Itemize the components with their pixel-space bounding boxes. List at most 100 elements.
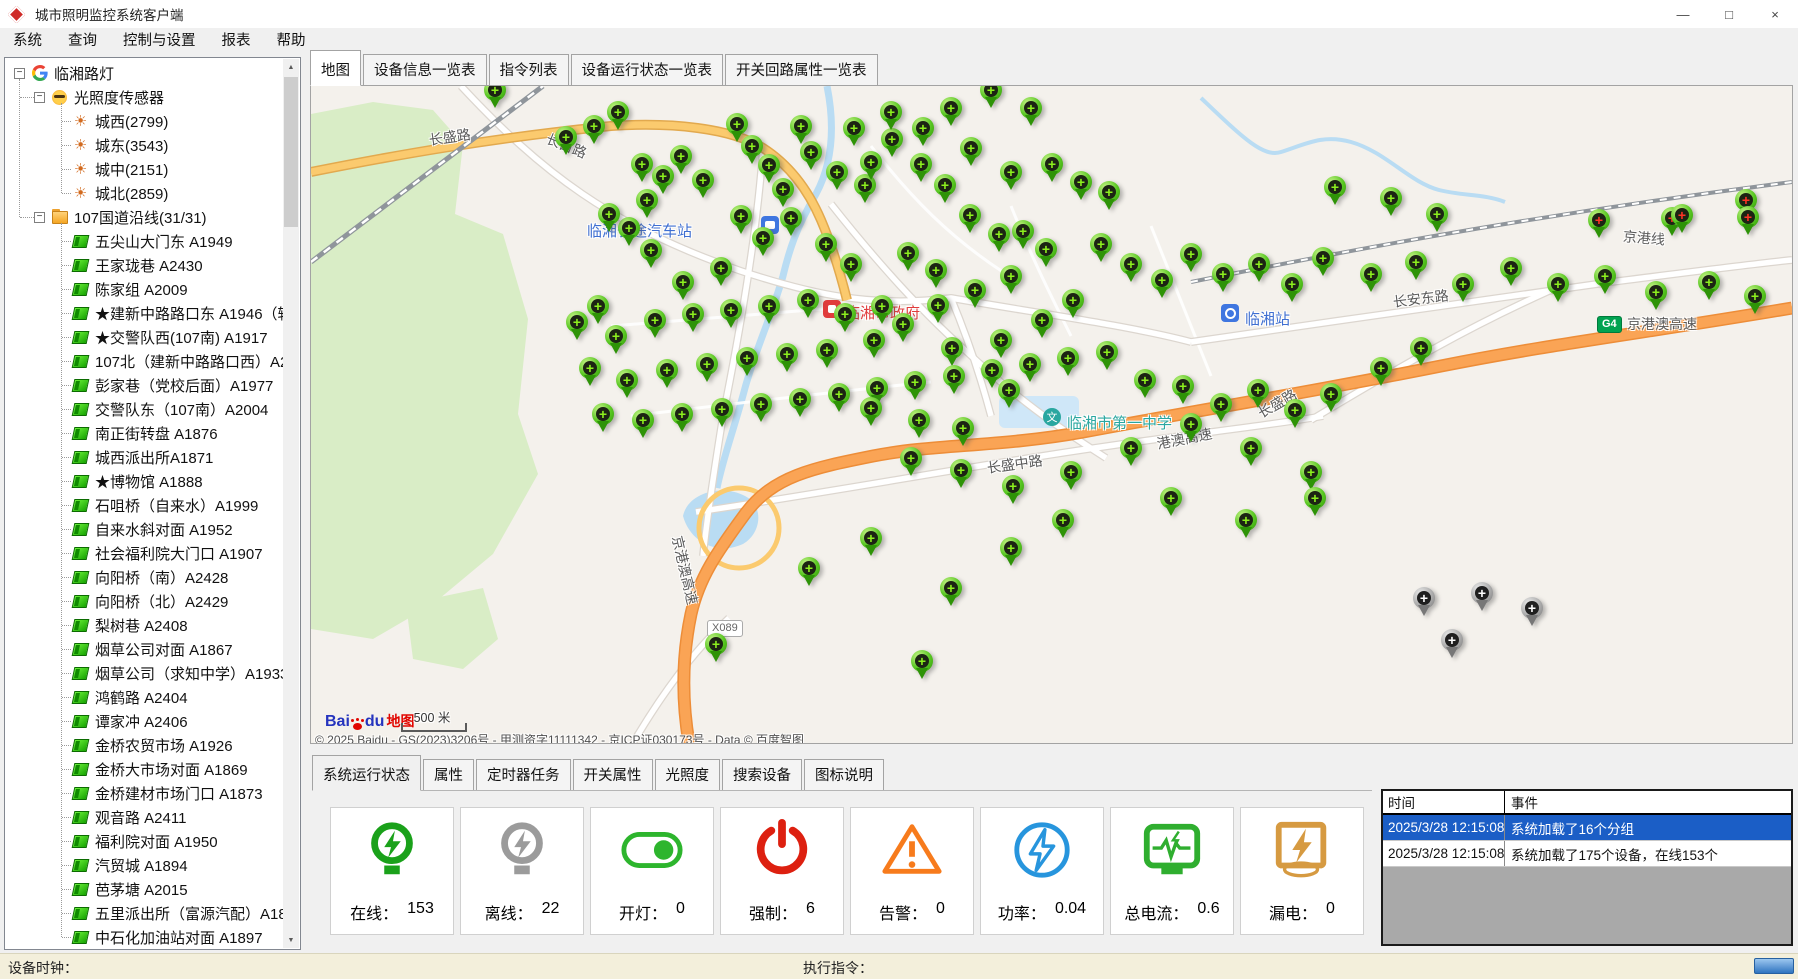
device-pin-online[interactable]: +: [1002, 475, 1024, 505]
device-pin-online[interactable]: +: [1020, 97, 1042, 127]
device-pin-online[interactable]: +: [1235, 509, 1257, 539]
device-pin-online[interactable]: +: [1098, 181, 1120, 211]
tree-expander-icon[interactable]: −: [14, 68, 25, 79]
device-pin-online[interactable]: +: [750, 393, 772, 423]
maximize-button[interactable]: □: [1706, 0, 1752, 28]
device-pin-online[interactable]: +: [789, 388, 811, 418]
device-pin-online[interactable]: +: [790, 115, 812, 145]
device-pin-online[interactable]: +: [696, 353, 718, 383]
device-pin-online[interactable]: +: [583, 115, 605, 145]
device-pin-online[interactable]: +: [988, 223, 1010, 253]
device-pin-online[interactable]: +: [1180, 243, 1202, 273]
device-pin-online[interactable]: +: [934, 174, 956, 204]
device-pin-online[interactable]: +: [644, 309, 666, 339]
tree-item[interactable]: 五尖山大门东 A1949: [6, 229, 283, 253]
device-pin-online[interactable]: +: [1281, 273, 1303, 303]
device-pin-online[interactable]: +: [1031, 309, 1053, 339]
tree-item[interactable]: 自来水斜对面 A1952: [6, 517, 283, 541]
device-pin-online[interactable]: +: [631, 153, 653, 183]
device-pin-online[interactable]: +: [1594, 265, 1616, 295]
device-pin-online[interactable]: +: [1304, 487, 1326, 517]
device-pin-online[interactable]: +: [1062, 289, 1084, 319]
device-pin-online[interactable]: +: [711, 398, 733, 428]
events-table[interactable]: 时间事件 2025/3/28 12:15:08系统加载了16个分组2025/3/…: [1381, 789, 1793, 946]
device-pin-online[interactable]: +: [1012, 220, 1034, 250]
device-pin-online[interactable]: +: [1698, 271, 1720, 301]
device-pin-online[interactable]: +: [980, 85, 1002, 109]
device-pin-online[interactable]: +: [816, 339, 838, 369]
device-pin-online[interactable]: +: [752, 227, 774, 257]
device-pin-online[interactable]: +: [670, 145, 692, 175]
device-pin-online[interactable]: +: [892, 313, 914, 343]
device-pin-online[interactable]: +: [897, 242, 919, 272]
device-pin-online[interactable]: +: [925, 259, 947, 289]
device-pin-online[interactable]: +: [800, 141, 822, 171]
device-pin-online[interactable]: +: [815, 233, 837, 263]
tree-item[interactable]: 金桥大市场对面 A1869: [6, 757, 283, 781]
map-tab-2[interactable]: 指令列表: [489, 54, 569, 85]
tree-item[interactable]: 交警队东（107南）A2004: [6, 397, 283, 421]
bottom-tab-4[interactable]: 光照度: [655, 759, 721, 790]
tree-item[interactable]: 社会福利院大门口 A1907: [6, 541, 283, 565]
device-pin-online[interactable]: +: [566, 311, 588, 341]
device-pin-online[interactable]: +: [834, 303, 856, 333]
device-pin-online[interactable]: +: [843, 117, 865, 147]
map-view[interactable]: 长白路长盛路长安东路长盛路长盛中路港澳高速京港线京港澳高速京港澳高速G4X089…: [310, 85, 1793, 744]
tree-item[interactable]: 芭茅塘 A2015: [6, 877, 283, 901]
tree-item[interactable]: ☀城北(2859): [6, 181, 283, 205]
device-pin-online[interactable]: +: [656, 359, 678, 389]
tree-item[interactable]: 107北（建新中路路口西）A2014: [6, 349, 283, 373]
tree-item[interactable]: 陈家组 A2009: [6, 277, 283, 301]
device-pin-online[interactable]: +: [860, 151, 882, 181]
device-pin-online[interactable]: +: [1070, 171, 1092, 201]
tree-item[interactable]: 石咀桥（自来水）A1999: [6, 493, 283, 517]
tree-item[interactable]: 城西派出所A1871: [6, 445, 283, 469]
device-pin-online[interactable]: +: [671, 403, 693, 433]
tree-item[interactable]: 烟草公司（求知中学）A1933: [6, 661, 283, 685]
device-pin-online[interactable]: +: [959, 204, 981, 234]
menu-item-3[interactable]: 报表: [209, 28, 264, 55]
device-pin-online[interactable]: +: [1410, 337, 1432, 367]
device-pin-online[interactable]: +: [826, 161, 848, 191]
device-pin-online[interactable]: +: [1452, 273, 1474, 303]
device-pin-online[interactable]: +: [1405, 251, 1427, 281]
events-header-cell[interactable]: 事件: [1505, 792, 1791, 812]
device-pin-online[interactable]: +: [912, 117, 934, 147]
tree-expander-icon[interactable]: −: [34, 92, 45, 103]
tree-item[interactable]: ★博物馆 A1888: [6, 469, 283, 493]
device-pin-online[interactable]: +: [1645, 281, 1667, 311]
device-pin-online[interactable]: +: [640, 239, 662, 269]
device-pin-online[interactable]: +: [692, 169, 714, 199]
device-pin-offline[interactable]: +: [1521, 597, 1543, 627]
device-pin-online[interactable]: +: [1057, 347, 1079, 377]
device-pin-online[interactable]: +: [1312, 247, 1334, 277]
scroll-down-icon[interactable]: ▼: [283, 932, 299, 948]
device-pin-online[interactable]: +: [860, 397, 882, 427]
device-pin-online[interactable]: +: [1360, 263, 1382, 293]
device-pin-online[interactable]: +: [1248, 253, 1270, 283]
device-pin-online[interactable]: +: [672, 271, 694, 301]
close-button[interactable]: ×: [1752, 0, 1798, 28]
scroll-up-icon[interactable]: ▲: [283, 59, 299, 75]
device-pin-alarm[interactable]: +: [1737, 206, 1759, 236]
device-pin-online[interactable]: +: [710, 257, 732, 287]
device-pin-alarm[interactable]: +: [1671, 204, 1693, 234]
device-pin-online[interactable]: +: [636, 189, 658, 219]
device-pin-online[interactable]: +: [1320, 383, 1342, 413]
device-pin-online[interactable]: +: [798, 557, 820, 587]
device-pin-online[interactable]: +: [908, 409, 930, 439]
device-pin-online[interactable]: +: [720, 299, 742, 329]
device-pin-online[interactable]: +: [990, 329, 1012, 359]
bottom-tab-3[interactable]: 开关属性: [573, 759, 653, 790]
device-pin-online[interactable]: +: [1060, 461, 1082, 491]
device-pin-online[interactable]: +: [1000, 265, 1022, 295]
device-pin-online[interactable]: +: [1151, 269, 1173, 299]
device-pin-online[interactable]: +: [964, 279, 986, 309]
device-pin-online[interactable]: +: [1160, 487, 1182, 517]
device-pin-online[interactable]: +: [587, 295, 609, 325]
device-pin-online[interactable]: +: [927, 294, 949, 324]
device-pin-online[interactable]: +: [960, 137, 982, 167]
device-pin-online[interactable]: +: [598, 203, 620, 233]
device-pin-online[interactable]: +: [941, 337, 963, 367]
device-pin-online[interactable]: +: [1547, 273, 1569, 303]
